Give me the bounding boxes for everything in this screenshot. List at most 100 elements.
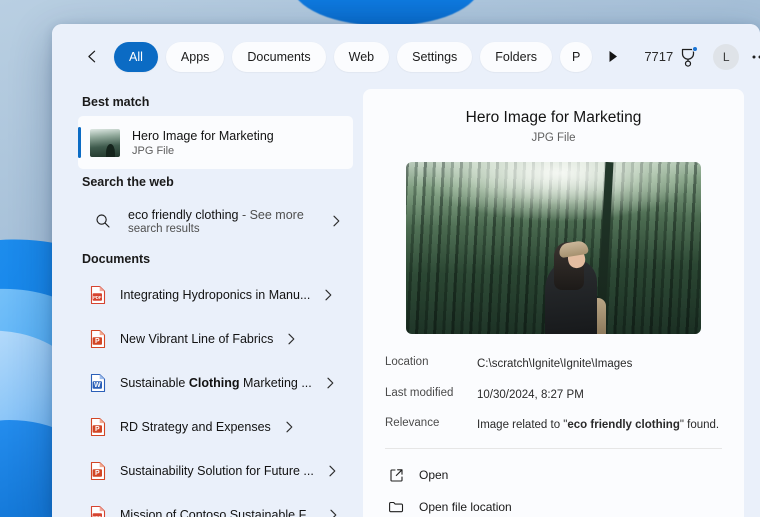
arrow-left-icon [87,50,95,63]
metadata-row: Location C:\scratch\Ignite\Ignite\Images [385,356,722,373]
filter-pill-all-label: All [129,49,143,64]
avatar-initial: L [722,49,730,64]
filter-pill-apps-label: Apps [180,49,210,64]
web-search-subtitle: search results [128,222,200,235]
chevron-right-icon [325,377,337,389]
chevron-right-icon [327,465,339,477]
best-match-subtitle: JPG File [132,144,175,157]
action-open-file-location[interactable]: Open file location [385,491,722,517]
filter-pill-documents[interactable]: Documents [232,41,326,72]
open-external-icon [387,468,405,483]
svg-text:W: W [94,382,101,389]
section-title-documents: Documents [82,252,151,266]
search-content: Best match Hero Image for Marketing JPG … [52,89,760,517]
avatar[interactable]: L [713,43,740,70]
document-title: Sustainability Solution for Future ... [120,464,314,478]
powerpoint-file-icon: P [90,417,107,437]
best-match-text: Hero Image for Marketing JPG File [132,129,343,157]
svg-text:P: P [95,338,100,345]
folder-icon [387,500,405,514]
pdf-file-icon: PDF [90,505,107,517]
metadata-row: Last modified 10/30/2024, 8:27 PM [385,387,722,404]
filters-next-button[interactable] [602,44,624,70]
document-row[interactable]: PDF Integrating Hydroponics in Manu... [78,273,353,317]
preview-divider [385,448,722,450]
chevron-right-icon [323,289,335,301]
ellipsis-icon [752,55,760,58]
document-title: RD Strategy and Expenses [120,420,271,434]
document-row[interactable]: P RD Strategy and Expenses [78,405,353,449]
web-search-query: eco friendly clothing [128,207,239,222]
section-title-search-the-web: Search the web [82,175,174,189]
svg-text:P: P [95,426,100,433]
medal-badge-icon [679,45,699,67]
more-options-button[interactable] [747,44,760,70]
powerpoint-file-icon: P [90,329,106,349]
filter-pill-photos-label: P [571,49,581,64]
svg-text:P: P [95,470,100,477]
pdf-file-icon: PDF [90,285,107,305]
powerpoint-file-icon: P [90,329,107,349]
web-search-row[interactable]: eco friendly clothing - See more search … [78,196,353,246]
filter-pill-web[interactable]: Web [333,41,390,72]
document-row[interactable]: P New Vibrant Line of Fabrics [78,317,353,361]
document-row[interactable]: P Sustainability Solution for Future ... [78,449,353,493]
action-label: Open file location [419,500,512,515]
metadata-key: Last modified [385,386,454,399]
rewards-count: 7717 [644,49,674,64]
filter-pill-settings-label: Settings [412,49,458,64]
document-row[interactable]: PDF Mission of Contoso Sustainable F... [78,493,353,517]
rewards-button[interactable]: 7717 [640,45,701,69]
action-label: Open [419,468,449,483]
filter-pill-photos-clipped[interactable]: P [559,41,593,72]
rewards-notification-dot [692,45,699,52]
pdf-file-icon: PDF [90,285,106,305]
action-open[interactable]: Open [385,459,722,491]
back-button[interactable] [78,43,106,71]
sky-canopy [406,162,701,224]
powerpoint-file-icon: P [90,417,106,437]
pdf-file-icon: PDF [90,505,106,517]
filter-pill-folders-label: Folders [495,49,537,64]
filter-pill-apps[interactable]: Apps [165,41,225,72]
svg-text:PDF: PDF [93,295,102,300]
metadata-value: Image related to "eco friendly clothing"… [477,419,720,432]
chevron-right-icon [331,215,343,227]
chevron-right-icon [284,421,296,433]
preview-image [406,162,701,334]
metadata-key: Location [385,356,429,368]
web-search-query-line: eco friendly clothing - See more [128,208,319,222]
preview-subtitle: JPG File [531,132,576,144]
results-pane: Best match Hero Image for Marketing JPG … [52,89,363,517]
metadata-key: Relevance [385,417,440,430]
word-file-icon: W [90,373,106,393]
filter-pill-settings[interactable]: Settings [397,41,473,72]
document-title: New Vibrant Line of Fabrics [120,332,274,346]
filter-pill-folders[interactable]: Folders [480,41,552,72]
web-search-see-more: - See more [238,207,304,222]
metadata-row: Relevance Image related to "eco friendly … [385,417,722,434]
section-title-best-match: Best match [82,95,150,109]
powerpoint-file-icon: P [90,461,106,481]
document-title: Mission of Contoso Sustainable F... [120,508,316,517]
document-title: Sustainable Clothing Marketing ... [120,376,312,390]
image-thumbnail [90,128,120,157]
preview-metadata: Location C:\scratch\Ignite\Ignite\Images L… [385,356,722,434]
best-match-title: Hero Image for Marketing [132,128,274,143]
chevron-right-icon [286,333,298,345]
search-filter-toolbar: All Apps Documents Web Settings Folders … [52,24,760,89]
windows-search-window: All Apps Documents Web Settings Folders … [52,24,760,517]
word-file-icon: W [90,373,107,393]
preview-title: Hero Image for Marketing [465,109,642,126]
powerpoint-file-icon: P [90,461,107,481]
chevron-right-filled-icon [609,51,617,62]
document-title: Integrating Hydroponics in Manu... [120,288,311,302]
preview-actions: OpenOpen file locationShare [385,459,722,517]
filter-pill-all[interactable]: All [114,41,158,72]
web-search-text: eco friendly clothing - See more search … [128,208,319,235]
document-row[interactable]: W Sustainable Clothing Marketing ... [78,361,353,405]
best-match-row[interactable]: Hero Image for Marketing JPG File [78,116,353,169]
metadata-value: C:\scratch\Ignite\Ignite\Images [477,358,633,370]
filter-pill-web-label: Web [348,49,375,64]
preview-panel: Hero Image for Marketing JPG File Locati… [363,89,744,517]
